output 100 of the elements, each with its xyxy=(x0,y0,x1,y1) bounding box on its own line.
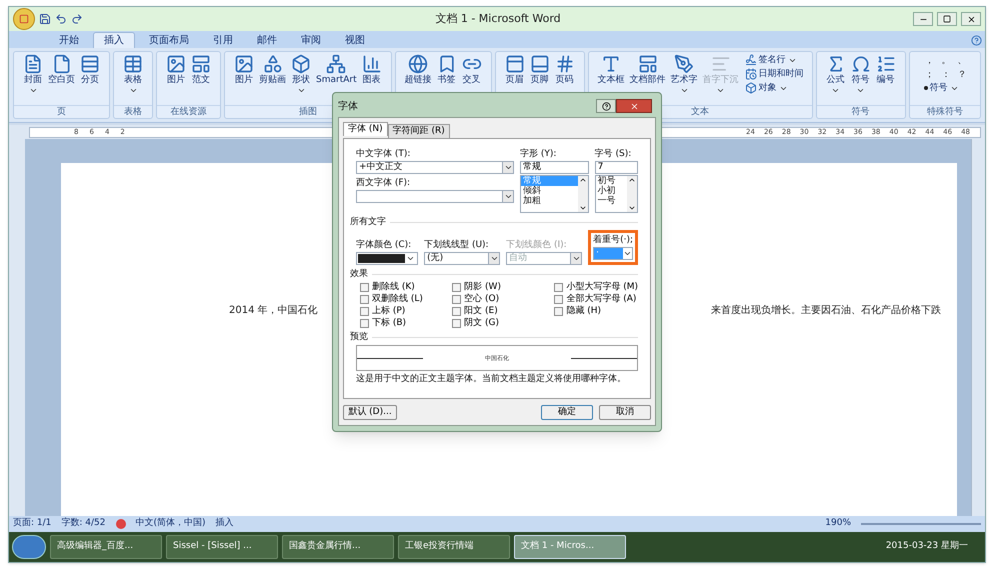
zoom-level[interactable]: 190% xyxy=(825,517,851,531)
office-button[interactable] xyxy=(13,8,35,30)
ribbon-button[interactable]: 对象 xyxy=(744,82,804,94)
effect-checkbox[interactable]: 下标 (B) xyxy=(360,318,444,328)
symbol-button[interactable]: ； xyxy=(924,68,936,82)
ribbon-button[interactable]: 形状 xyxy=(290,54,312,105)
clip-art-icon xyxy=(262,54,282,74)
list-option[interactable]: 加粗 xyxy=(521,196,578,206)
restore-button[interactable] xyxy=(937,12,957,26)
language-status[interactable]: 中文(简体，中国) xyxy=(136,517,206,531)
dropdown-field[interactable] xyxy=(356,190,514,203)
list-option[interactable]: 一号 xyxy=(596,196,627,206)
scrollbar[interactable] xyxy=(627,176,637,212)
caret-icon xyxy=(680,86,689,95)
dialog-tab[interactable]: 字体 (N) xyxy=(343,122,388,136)
page-count[interactable]: 页面: 1/1 xyxy=(13,517,52,531)
insert-mode[interactable]: 插入 xyxy=(216,517,234,531)
taskbar-button[interactable]: Sissel - [Sissel] ... xyxy=(166,535,278,559)
word-count[interactable]: 字数: 4/52 xyxy=(61,517,106,531)
effect-checkbox[interactable]: 阴影 (W) xyxy=(452,282,536,292)
ribbon-button[interactable]: 图片 xyxy=(165,54,187,105)
effect-checkbox[interactable]: 阳文 (E) xyxy=(452,306,536,316)
start-button[interactable] xyxy=(12,535,46,559)
ribbon-tab[interactable]: 审阅 xyxy=(291,32,331,48)
ribbon-button[interactable]: 交叉 xyxy=(460,54,483,105)
input-field[interactable]: 常规 xyxy=(520,161,589,174)
window-title: 文档 1 - Microsoft Word xyxy=(434,10,562,27)
effect-checkbox[interactable]: 删除线 (K) xyxy=(360,282,444,292)
ribbon-button[interactable]: 书签 xyxy=(436,54,458,105)
save-icon[interactable] xyxy=(39,13,51,25)
help-icon[interactable] xyxy=(971,35,982,46)
ribbon-button[interactable]: 剪贴画 xyxy=(258,54,287,105)
ribbon-button[interactable]: 符号 xyxy=(850,54,872,105)
ribbon-button[interactable]: 表格 xyxy=(122,54,144,105)
ribbon-button[interactable]: 图表 xyxy=(360,54,383,105)
effect-checkbox[interactable]: 阴文 (G) xyxy=(452,318,536,328)
ribbon-button[interactable]: 页码 xyxy=(554,54,576,105)
dialog-button[interactable]: 取消 xyxy=(599,404,651,420)
field-label: 字体颜色 (C): xyxy=(356,240,412,251)
redo-icon[interactable] xyxy=(71,13,83,25)
dialog-tab[interactable]: 字符间距 (R) xyxy=(388,124,450,138)
symbol-button[interactable]: ： xyxy=(940,68,952,82)
color-dropdown[interactable] xyxy=(356,252,418,265)
hash-icon xyxy=(554,54,575,74)
ribbon-button[interactable]: 签名行 xyxy=(744,54,804,66)
diagram-icon xyxy=(326,54,346,74)
ribbon-tab[interactable]: 引用 xyxy=(203,32,243,48)
effect-checkbox[interactable]: 上标 (P) xyxy=(360,306,444,316)
ribbon-tab[interactable]: 视图 xyxy=(335,32,375,48)
vertical-scrollbar[interactable] xyxy=(971,139,985,516)
help-button[interactable] xyxy=(596,99,616,113)
ribbon-button[interactable]: 艺术字 xyxy=(670,54,699,105)
taskbar-button[interactable]: 国鑫贵金属行情... xyxy=(282,535,394,559)
ribbon-button[interactable]: 封面 xyxy=(22,54,44,105)
ribbon-button[interactable]: 空白页 xyxy=(47,54,76,105)
dropdown-field[interactable]: (无) xyxy=(424,252,500,265)
ribbon-button[interactable]: 分页 xyxy=(79,54,101,105)
ribbon-button[interactable]: 超链接 xyxy=(404,54,433,105)
field-label: 字形 (Y): xyxy=(520,149,558,160)
ribbon-button[interactable]: 公式 xyxy=(824,54,847,105)
ribbon-button[interactable]: 日期和时间 xyxy=(744,68,804,80)
effect-checkbox[interactable]: 隐藏 (H) xyxy=(554,306,638,316)
minimize-button[interactable] xyxy=(913,12,933,26)
effect-checkbox[interactable]: 空心 (O) xyxy=(452,294,536,304)
dialog-button[interactable]: 默认 (D)... xyxy=(343,404,397,420)
scrollbar[interactable] xyxy=(578,176,588,212)
symbol-menu-button[interactable]: 符号 xyxy=(924,82,959,94)
list-option[interactable]: 小初 xyxy=(596,186,627,196)
ribbon-button[interactable]: 文本框 xyxy=(596,54,626,105)
ribbon-tab[interactable]: 插入 xyxy=(93,32,135,48)
taskbar-button[interactable]: 高级编辑器_百度... xyxy=(50,535,162,559)
ribbon-button[interactable]: 范文 xyxy=(190,54,212,105)
effect-checkbox[interactable]: 小型大写字母 (M) xyxy=(554,282,638,292)
taskbar-button[interactable]: 工银e投资行情端 xyxy=(398,535,510,559)
close-button[interactable] xyxy=(616,99,652,113)
symbol-button[interactable]: 。 xyxy=(940,54,952,68)
dropdown-field[interactable]: +中文正文 xyxy=(356,161,514,174)
ribbon-button[interactable]: 图片 xyxy=(233,54,255,105)
list-option[interactable]: 初号 xyxy=(596,176,627,186)
effect-checkbox[interactable]: 双删除线 (L) xyxy=(360,294,444,304)
preview-note: 这是用于中文的正文主题字体。当前文档主题定义将使用哪种字体。 xyxy=(356,373,627,386)
symbol-button[interactable]: 、 xyxy=(956,54,968,68)
dialog-button[interactable]: 确定 xyxy=(541,404,593,420)
undo-icon[interactable] xyxy=(55,13,67,25)
ribbon-tab[interactable]: 开始 xyxy=(49,32,89,48)
ribbon-button[interactable]: 页眉 xyxy=(504,54,526,105)
ribbon-tab[interactable]: 邮件 xyxy=(247,32,287,48)
signature-icon xyxy=(744,54,757,66)
effect-checkbox[interactable]: 全部大写字母 (A) xyxy=(554,294,638,304)
group-label: 插图 xyxy=(298,107,317,117)
ribbon-tab[interactable]: 页面布局 xyxy=(139,32,199,48)
close-button[interactable] xyxy=(961,12,981,26)
symbol-button[interactable]: ， xyxy=(924,54,936,68)
proofing-icon[interactable] xyxy=(116,519,126,529)
ribbon-button[interactable]: 编号 xyxy=(874,54,897,105)
list-option[interactable]: 倾斜 xyxy=(521,186,578,196)
input-field[interactable]: 7 xyxy=(594,161,638,174)
symbol-button[interactable]: ？ xyxy=(956,68,968,82)
ribbon-button[interactable]: 文档部件 xyxy=(628,54,667,105)
ribbon-button[interactable]: 页脚 xyxy=(528,54,551,105)
